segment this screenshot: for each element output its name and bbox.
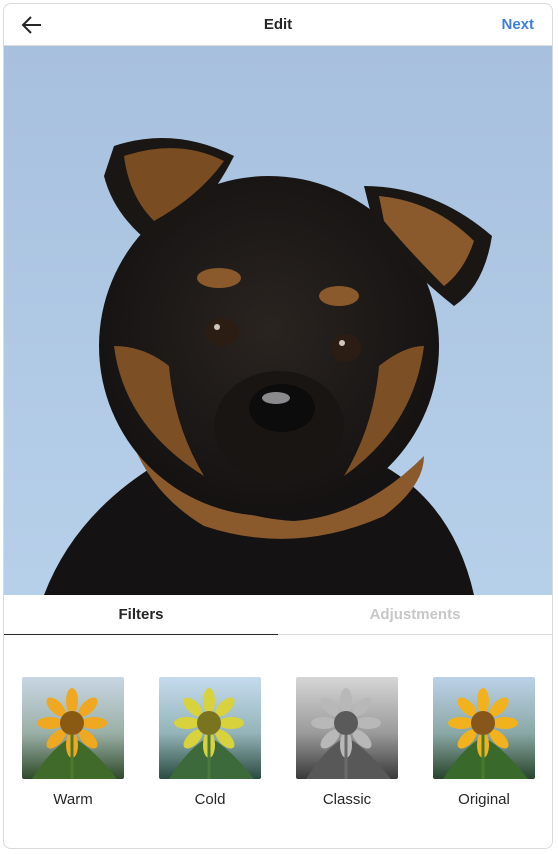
filter-cold[interactable]: Cold: [159, 677, 261, 808]
filter-warm[interactable]: Warm: [22, 677, 124, 808]
page-title: Edit: [263, 16, 293, 33]
tab-filters[interactable]: Filters: [4, 595, 278, 635]
filter-classic[interactable]: Classic: [296, 677, 398, 808]
filter-label: Warm: [53, 791, 93, 808]
filter-label: Cold: [194, 791, 226, 808]
filter-thumbnail: [159, 677, 261, 779]
next-button[interactable]: Next: [501, 16, 534, 33]
filter-original[interactable]: Original: [433, 677, 535, 808]
filter-label: Classic: [322, 791, 372, 808]
edit-tabs: Filters Adjustments: [4, 595, 552, 635]
filter-thumbnail: [22, 677, 124, 779]
filter-label: Original: [458, 791, 510, 808]
header-bar: Edit Next: [4, 4, 552, 46]
edit-dialog: Edit Next Filters Adjustments Warm Cold …: [3, 3, 553, 849]
tab-adjustments[interactable]: Adjustments: [278, 595, 552, 635]
photo-preview: [4, 46, 552, 595]
filter-thumbnail: [296, 677, 398, 779]
filter-list: Warm Cold Classic Original: [4, 677, 552, 817]
filter-thumbnail: [433, 677, 535, 779]
